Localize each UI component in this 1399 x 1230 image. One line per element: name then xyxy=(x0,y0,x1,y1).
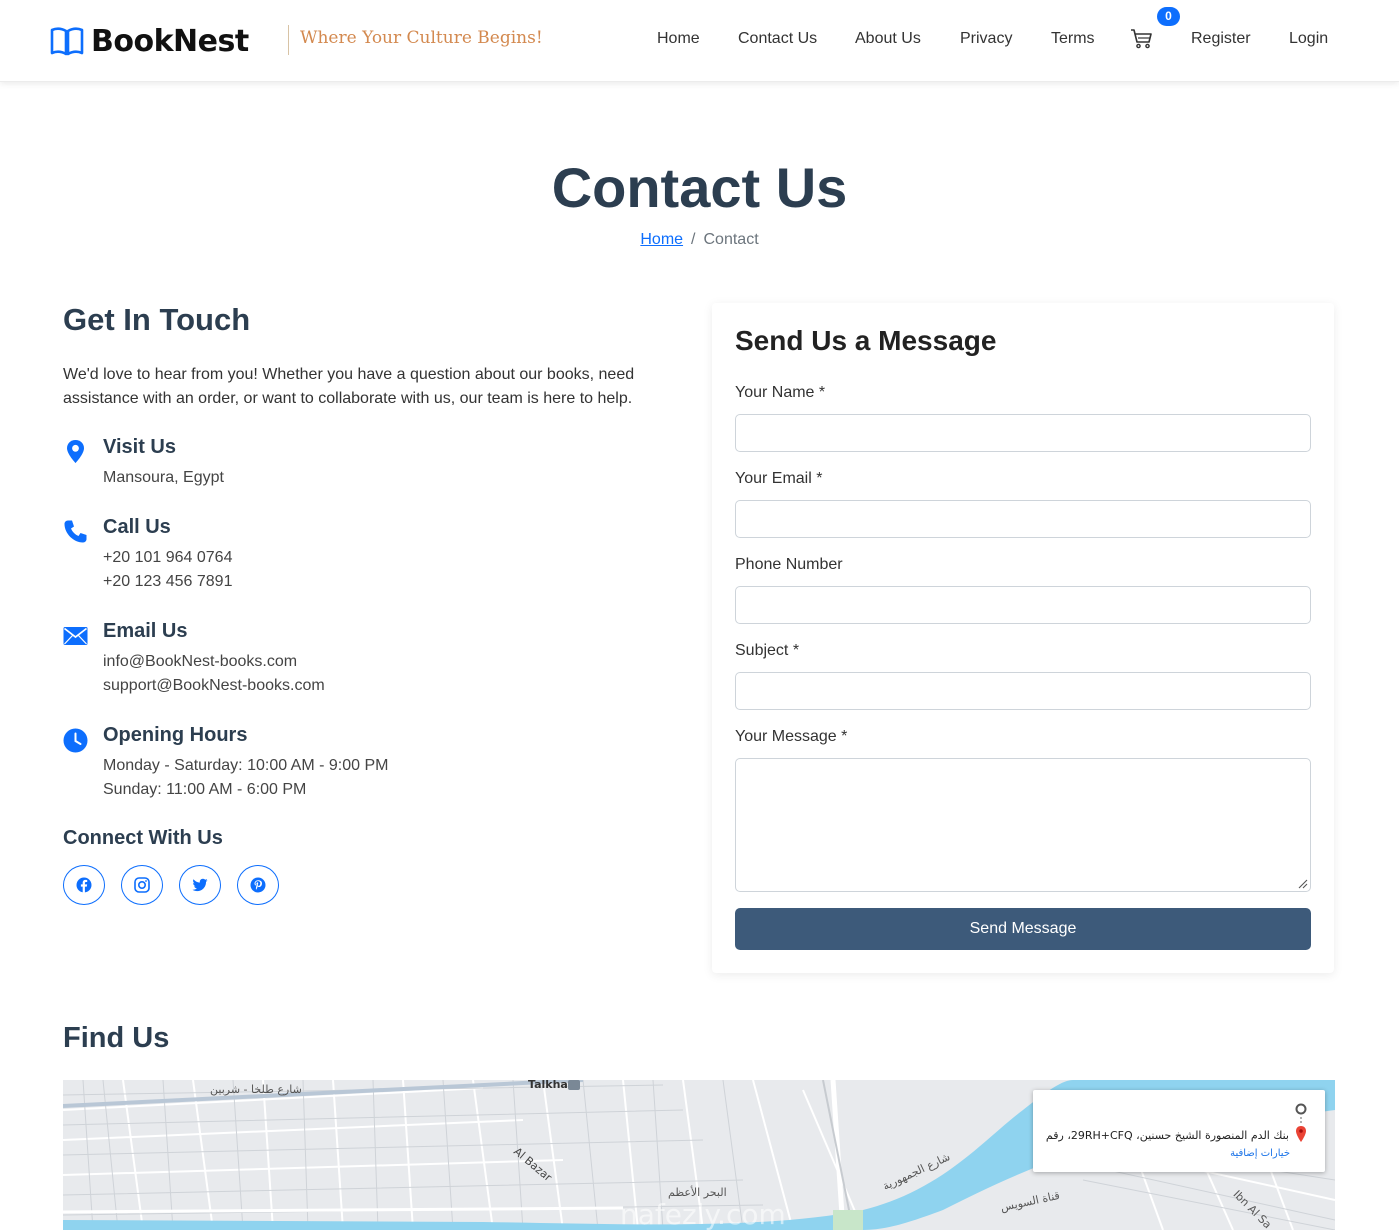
watermark: nafezly.com xyxy=(620,1198,786,1230)
logo-text: BookNest xyxy=(91,23,249,59)
name-input[interactable] xyxy=(735,414,1311,452)
get-in-touch-heading: Get In Touch xyxy=(63,302,251,337)
opening-hours-title: Opening Hours xyxy=(103,724,248,746)
hours-weekdays: Monday - Saturday: 10:00 AM - 9:00 PM xyxy=(103,757,389,774)
location-pin-icon xyxy=(67,440,84,463)
map-address: بنك الدم المنصورة الشيخ حسنين، 29RH+CFQ،… xyxy=(1043,1129,1289,1142)
tagline: Where Your Culture Begins! xyxy=(300,28,543,48)
cart-icon[interactable] xyxy=(1130,28,1154,50)
subject-label: Subject * xyxy=(735,642,800,659)
page-title: Contact Us xyxy=(551,156,848,219)
visit-us-title: Visit Us xyxy=(103,436,176,458)
logo-divider xyxy=(288,25,289,55)
map-more-options-link[interactable]: خيارات إضافية xyxy=(1190,1148,1290,1159)
instagram-icon xyxy=(134,877,150,893)
facebook-icon xyxy=(76,877,92,893)
twitter-icon xyxy=(192,878,208,892)
breadcrumb-home-link[interactable]: Home xyxy=(640,231,683,248)
message-textarea[interactable] xyxy=(735,758,1311,892)
route-icon xyxy=(1295,1103,1307,1142)
envelope-icon xyxy=(63,627,88,645)
phone-icon xyxy=(64,520,87,543)
email-address-2[interactable]: support@BookNest-books.com xyxy=(103,677,325,695)
phone-number-2: +20 123 456 7891 xyxy=(103,573,233,590)
instagram-link[interactable] xyxy=(121,865,163,905)
phone-input[interactable] xyxy=(735,586,1311,624)
nav-register[interactable]: Register xyxy=(1191,30,1251,48)
map-label-street: شارع طلخا - شربين xyxy=(210,1083,302,1096)
message-label: Your Message * xyxy=(735,728,848,745)
send-message-heading: Send Us a Message xyxy=(735,325,997,356)
nav-about-us[interactable]: About Us xyxy=(855,30,921,48)
call-us-title: Call Us xyxy=(103,516,171,538)
contact-intro: We'd love to hear from you! Whether you … xyxy=(63,366,635,407)
nav-terms[interactable]: Terms xyxy=(1051,30,1095,48)
visit-us-address: Mansoura, Egypt xyxy=(103,469,224,486)
send-message-button[interactable]: Send Message xyxy=(735,908,1311,950)
email-input[interactable] xyxy=(735,500,1311,538)
breadcrumb: Home / Contact xyxy=(0,231,1399,249)
breadcrumb-current: Contact xyxy=(703,231,759,248)
pinterest-link[interactable] xyxy=(237,865,279,905)
nav-home[interactable]: Home xyxy=(657,30,700,48)
email-us-title: Email Us xyxy=(103,620,188,642)
logo[interactable]: BookNest xyxy=(50,22,249,60)
nav-privacy[interactable]: Privacy xyxy=(960,30,1012,48)
hours-sunday: Sunday: 11:00 AM - 6:00 PM xyxy=(103,781,307,798)
name-label: Your Name * xyxy=(735,384,826,401)
pinterest-icon xyxy=(250,877,266,893)
email-label: Your Email * xyxy=(735,470,823,487)
phone-label: Phone Number xyxy=(735,556,843,573)
facebook-link[interactable] xyxy=(63,865,105,905)
nav-login[interactable]: Login xyxy=(1289,30,1328,48)
find-us-heading: Find Us xyxy=(63,1022,170,1054)
phone-number-1: +20 101 964 0764 xyxy=(103,549,233,566)
connect-heading: Connect With Us xyxy=(63,827,223,849)
email-address-1[interactable]: info@BookNest-books.com xyxy=(103,653,297,671)
cart-count-badge: 0 xyxy=(1157,7,1180,26)
clock-icon xyxy=(63,728,88,753)
nav-contact-us[interactable]: Contact Us xyxy=(738,30,817,48)
map-label-talkha: Talkha xyxy=(528,1078,568,1091)
resize-handle-icon[interactable] xyxy=(1296,877,1308,889)
subject-input[interactable] xyxy=(735,672,1311,710)
breadcrumb-separator: / xyxy=(691,231,696,248)
open-book-icon xyxy=(50,27,84,56)
twitter-link[interactable] xyxy=(179,865,221,905)
